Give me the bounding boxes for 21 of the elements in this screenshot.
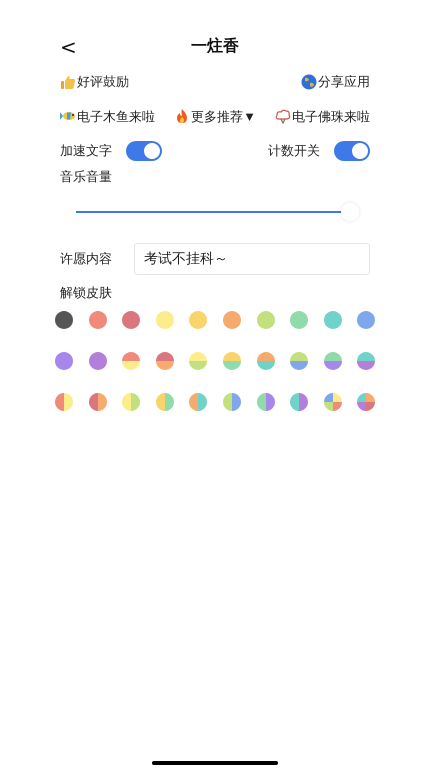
toggle-switch[interactable] [334, 141, 370, 161]
link-button[interactable]: 电子佛珠来啦 [275, 106, 370, 126]
link-button[interactable]: 电子木鱼来啦 [60, 106, 155, 126]
link-button[interactable]: 更多推荐▼ [174, 106, 256, 126]
back-button[interactable]: < [60, 37, 77, 57]
toggle-switch[interactable] [126, 141, 162, 161]
wish-label: 许愿内容 [60, 250, 112, 268]
globe-icon [301, 74, 317, 90]
skin-swatch[interactable] [52, 308, 76, 332]
toggle-label: 计数开关 [268, 142, 320, 160]
link-button[interactable]: 分享应用 [301, 72, 370, 92]
skin-swatch[interactable] [52, 349, 76, 373]
skins-label: 解锁皮肤 [60, 284, 113, 302]
wish-field[interactable]: 考试不挂科～ [134, 242, 370, 274]
link-button[interactable]: 好评鼓励 [60, 72, 129, 92]
volume-label: 音乐音量 [60, 168, 113, 186]
page-title: 一炷香 [191, 36, 239, 57]
volume-slider[interactable] [76, 200, 356, 222]
toggle-label: 加速文字 [60, 142, 112, 160]
skin-swatch[interactable] [52, 390, 76, 414]
thumbs-up-icon [60, 74, 76, 90]
